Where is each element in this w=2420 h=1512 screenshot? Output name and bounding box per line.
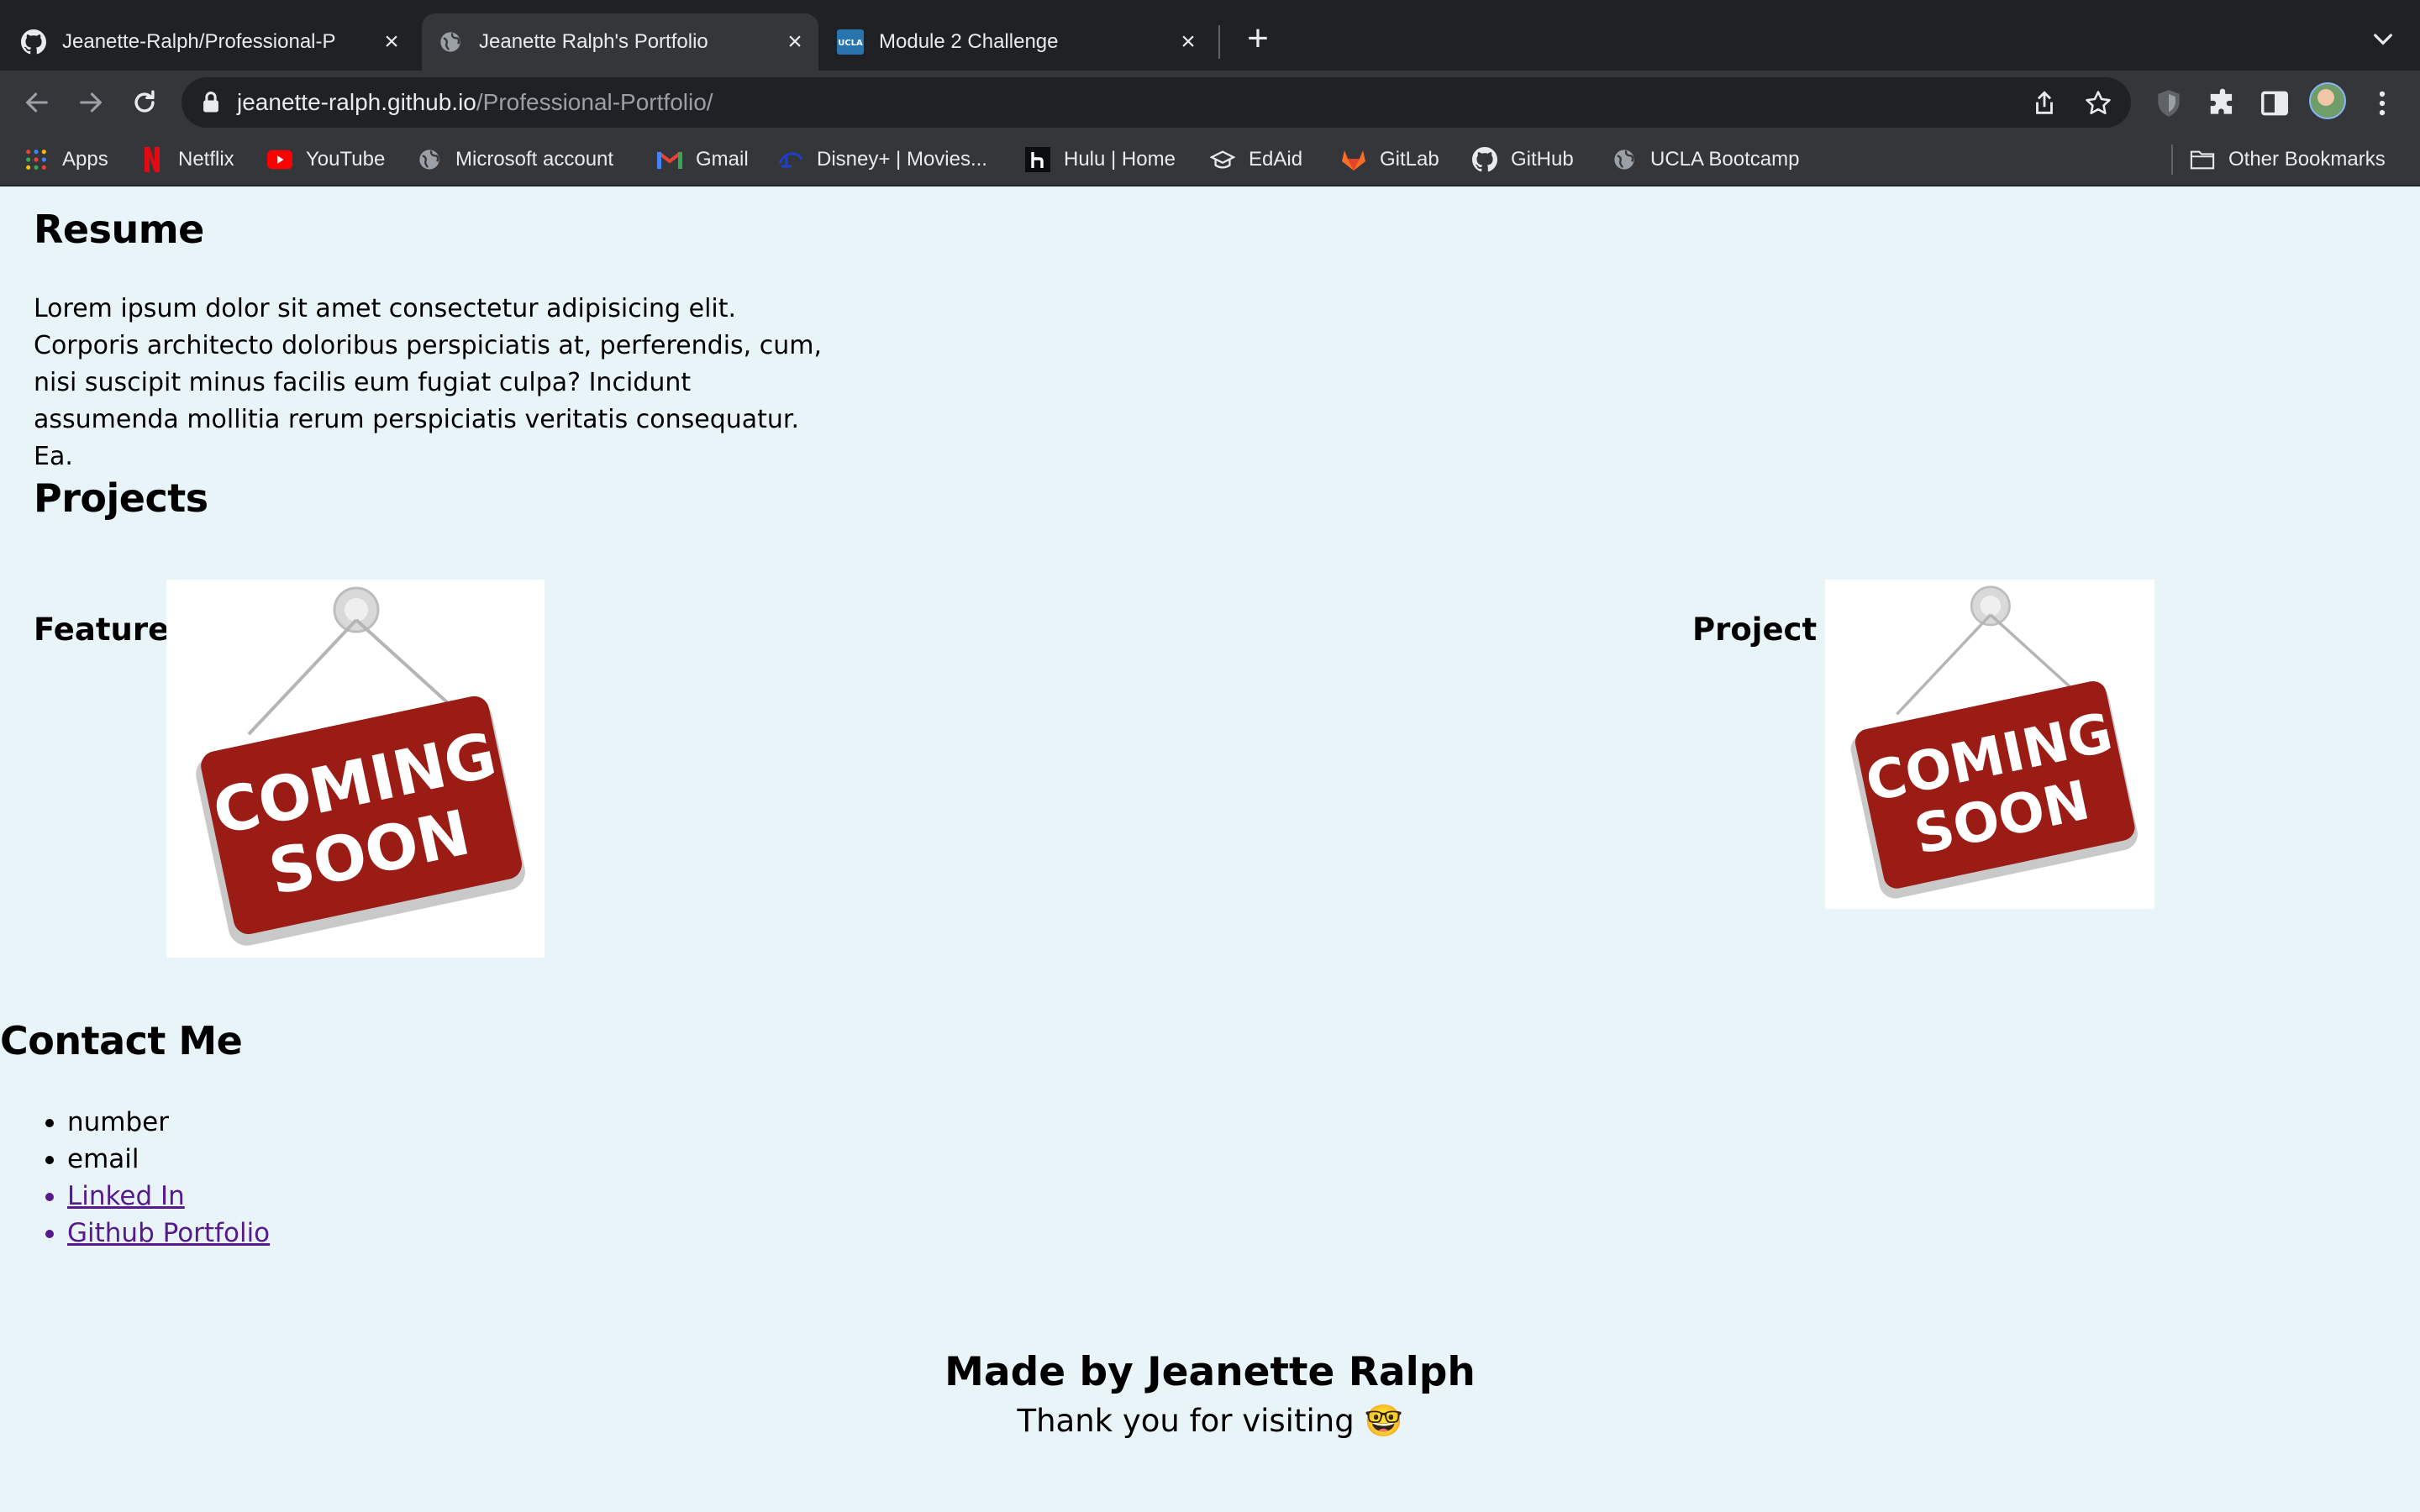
github-portfolio-link[interactable]: Github Portfolio: [67, 1218, 270, 1248]
gitlab-icon: [1341, 147, 1366, 172]
page-content: Resume Lorem ipsum dolor sit amet consec…: [0, 186, 2420, 1512]
bookmark-label: YouTube: [306, 148, 386, 171]
contact-list: number email Linked In Github Portfolio: [34, 1104, 270, 1252]
bookmark-hulu[interactable]: Hulu | Home: [1025, 143, 1176, 176]
contact-item-number: number: [34, 1104, 270, 1141]
svg-text:UCLA: UCLA: [838, 39, 863, 48]
tab-github-repo[interactable]: Jeanette-Ralph/Professional-P ×: [20, 13, 415, 71]
globe-icon: [1612, 147, 1637, 172]
bookmark-ucla-bootcamp[interactable]: UCLA Bootcamp: [1612, 143, 1799, 176]
url-text[interactable]: jeanette-ralph.github.io/Professional-Po…: [237, 89, 713, 116]
globe-icon: [417, 147, 442, 172]
arrow-right-icon: [80, 92, 103, 113]
bookmark-gmail[interactable]: Gmail: [657, 143, 749, 176]
tab-title: Jeanette-Ralph/Professional-P: [62, 30, 336, 53]
ucla-icon: UCLA: [837, 29, 864, 55]
contact-item-github: Github Portfolio: [34, 1215, 270, 1252]
bookmark-disney-plus[interactable]: Disney+ | Movies...: [778, 143, 987, 176]
bookmark-gitlab[interactable]: GitLab: [1341, 143, 1439, 176]
bookmark-label: Netflix: [178, 148, 234, 171]
contact-item-linkedin: Linked In: [34, 1178, 270, 1215]
bookmark-label: Apps: [62, 148, 108, 171]
bookmark-label: EdAid: [1249, 148, 1303, 171]
bookmark-youtube[interactable]: YouTube: [267, 143, 385, 176]
tab-title: Jeanette Ralph's Portfolio: [479, 30, 708, 53]
reload-button[interactable]: [128, 86, 161, 119]
bookmark-label: Disney+ | Movies...: [817, 148, 987, 171]
project-2-image[interactable]: COMING SOON: [1825, 580, 2154, 909]
url-host: jeanette-ralph.github.io: [237, 89, 476, 115]
github-icon: [20, 29, 47, 55]
other-bookmarks-label: Other Bookmarks: [2228, 148, 2386, 171]
profile-avatar[interactable]: [2309, 82, 2346, 119]
hulu-icon: [1025, 147, 1050, 172]
contact-item-email: email: [34, 1141, 270, 1178]
bookmark-star-icon[interactable]: [2084, 89, 2112, 118]
tab-title: Module 2 Challenge: [879, 30, 1059, 53]
globe-icon: [437, 29, 464, 55]
apps-grid-icon: [24, 147, 49, 172]
bookmark-apps[interactable]: Apps: [24, 143, 108, 176]
bookmark-label: GitHub: [1511, 148, 1574, 171]
back-button[interactable]: [20, 86, 54, 119]
bookmarks-bar: Apps Netflix YouTube Microsoft account G…: [0, 134, 2420, 186]
bookmark-label: GitLab: [1380, 148, 1439, 171]
bookmark-divider: [2171, 144, 2173, 175]
disney-icon: [778, 147, 803, 172]
tab-search-chevron-down-icon[interactable]: [2370, 25, 2396, 52]
extensions-puzzle-icon[interactable]: [2207, 87, 2238, 119]
github-icon: [1472, 147, 1497, 172]
contact-heading: Contact Me: [0, 1018, 243, 1063]
resume-body: Lorem ipsum dolor sit amet consectetur a…: [34, 294, 822, 471]
bookmark-label: UCLA Bootcamp: [1650, 148, 1800, 171]
side-panel-icon[interactable]: [2259, 87, 2291, 119]
project-featured-image[interactable]: COMING SOON: [166, 580, 544, 958]
new-tab-button[interactable]: +: [1240, 20, 1276, 57]
shield-extension-icon[interactable]: [2153, 87, 2185, 119]
gmail-icon: [657, 147, 682, 172]
folder-icon: [2190, 147, 2215, 172]
bookmark-netflix[interactable]: Netflix: [139, 143, 234, 176]
close-tab-icon[interactable]: ×: [380, 29, 403, 55]
youtube-icon: [267, 147, 292, 172]
tab-portfolio[interactable]: Jeanette Ralph's Portfolio ×: [422, 13, 818, 71]
bookmark-microsoft-account[interactable]: Microsoft account: [417, 143, 613, 176]
projects-heading: Projects: [34, 475, 208, 521]
coming-soon-sign: COMING SOON: [1850, 585, 2138, 899]
close-tab-icon[interactable]: ×: [1176, 29, 1200, 55]
bookmark-github[interactable]: GitHub: [1472, 143, 1574, 176]
bookmark-label: Hulu | Home: [1064, 148, 1176, 171]
netflix-icon: [139, 147, 165, 172]
forward-button[interactable]: [74, 86, 108, 119]
tab-strip: Jeanette-Ralph/Professional-P × Jeanette…: [0, 0, 2420, 71]
arrow-left-icon: [25, 92, 48, 113]
close-tab-icon[interactable]: ×: [783, 29, 807, 55]
footer-subtitle: Thank you for visiting 🤓: [1017, 1403, 1403, 1439]
url-path: /Professional-Portfolio/: [476, 89, 713, 115]
bookmark-edaid[interactable]: EdAid: [1210, 143, 1302, 176]
share-icon[interactable]: [2030, 89, 2059, 118]
bookmark-label: Microsoft account: [455, 148, 614, 171]
address-bar[interactable]: jeanette-ralph.github.io/Professional-Po…: [182, 77, 2131, 128]
coming-soon-sign: COMING SOON: [196, 586, 525, 946]
more-menu-icon[interactable]: [2366, 87, 2398, 119]
linkedin-link[interactable]: Linked In: [67, 1181, 185, 1211]
other-bookmarks[interactable]: Other Bookmarks: [2190, 143, 2386, 176]
reload-icon: [134, 90, 155, 113]
resume-heading: Resume: [34, 207, 204, 252]
bookmark-label: Gmail: [696, 148, 749, 171]
tab-module-2[interactable]: UCLA Module 2 Challenge ×: [837, 13, 1212, 71]
footer-title: Made by Jeanette Ralph: [944, 1349, 1476, 1395]
lock-icon[interactable]: [200, 91, 222, 114]
edaid-icon: [1210, 147, 1235, 172]
browser-toolbar: jeanette-ralph.github.io/Professional-Po…: [0, 71, 2420, 134]
tab-divider: [1218, 25, 1220, 59]
